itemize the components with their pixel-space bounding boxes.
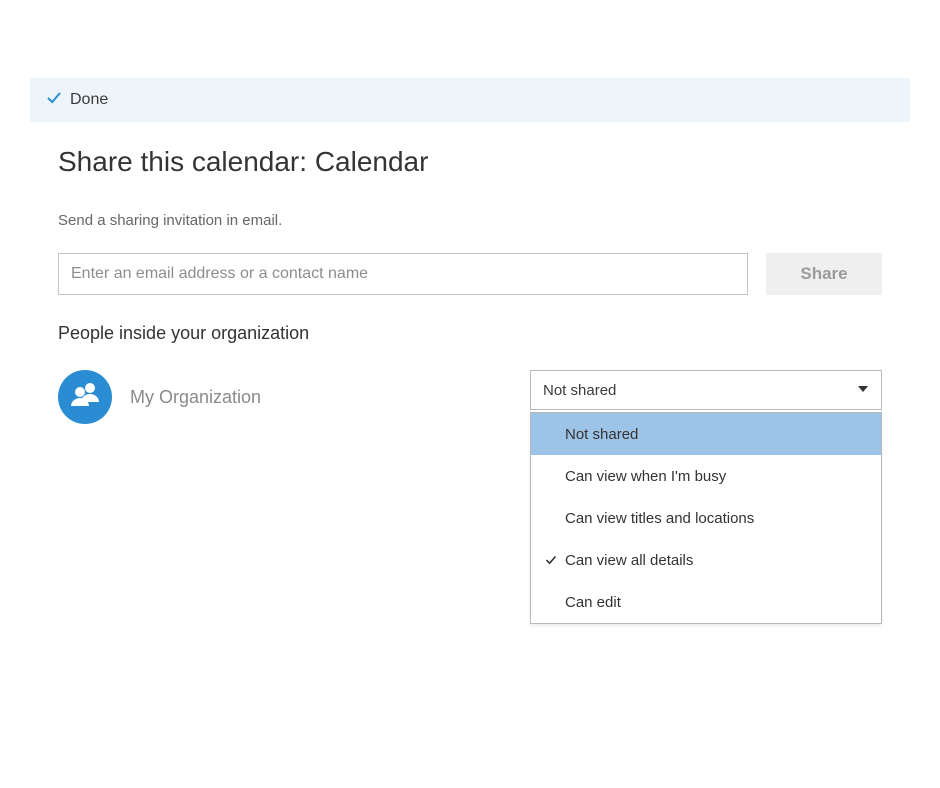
page-title: Share this calendar: Calendar: [58, 146, 882, 178]
permission-option-label: Can view all details: [559, 552, 693, 569]
permission-option-titles[interactable]: Can view titles and locations: [531, 497, 881, 539]
share-calendar-panel: Done Share this calendar: Calendar Send …: [30, 78, 910, 710]
section-title: People inside your organization: [58, 323, 882, 344]
chevron-down-icon: [857, 382, 869, 399]
share-button[interactable]: Share: [766, 253, 882, 295]
permission-option-not-shared[interactable]: Not shared: [531, 413, 881, 455]
permission-menu: Not shared Can view when I'm busy Can vi…: [530, 412, 882, 624]
done-button[interactable]: Done: [46, 90, 108, 111]
permission-option-label: Can view when I'm busy: [559, 468, 726, 485]
permission-selected: Not shared: [543, 382, 616, 399]
permission-option-busy[interactable]: Can view when I'm busy: [531, 455, 881, 497]
permission-option-details[interactable]: Can view all details: [531, 539, 881, 581]
permission-dropdown[interactable]: Not shared: [530, 370, 882, 410]
permission-option-edit[interactable]: Can edit: [531, 581, 881, 623]
share-row: Share: [58, 253, 882, 295]
permission-option-label: Not shared: [559, 426, 638, 443]
done-button-label: Done: [70, 91, 108, 109]
toolbar: Done: [30, 78, 910, 122]
org-avatar: [58, 370, 112, 424]
org-row: My Organization Not shared Not shared: [58, 370, 882, 424]
checkmark-icon: [46, 90, 62, 111]
share-email-input[interactable]: [58, 253, 748, 295]
permission-option-label: Can view titles and locations: [559, 510, 754, 527]
people-icon: [68, 378, 102, 417]
checkmark-icon: [543, 554, 559, 566]
org-name: My Organization: [130, 387, 261, 408]
permission-option-label: Can edit: [559, 594, 621, 611]
share-subtext: Send a sharing invitation in email.: [58, 212, 882, 229]
